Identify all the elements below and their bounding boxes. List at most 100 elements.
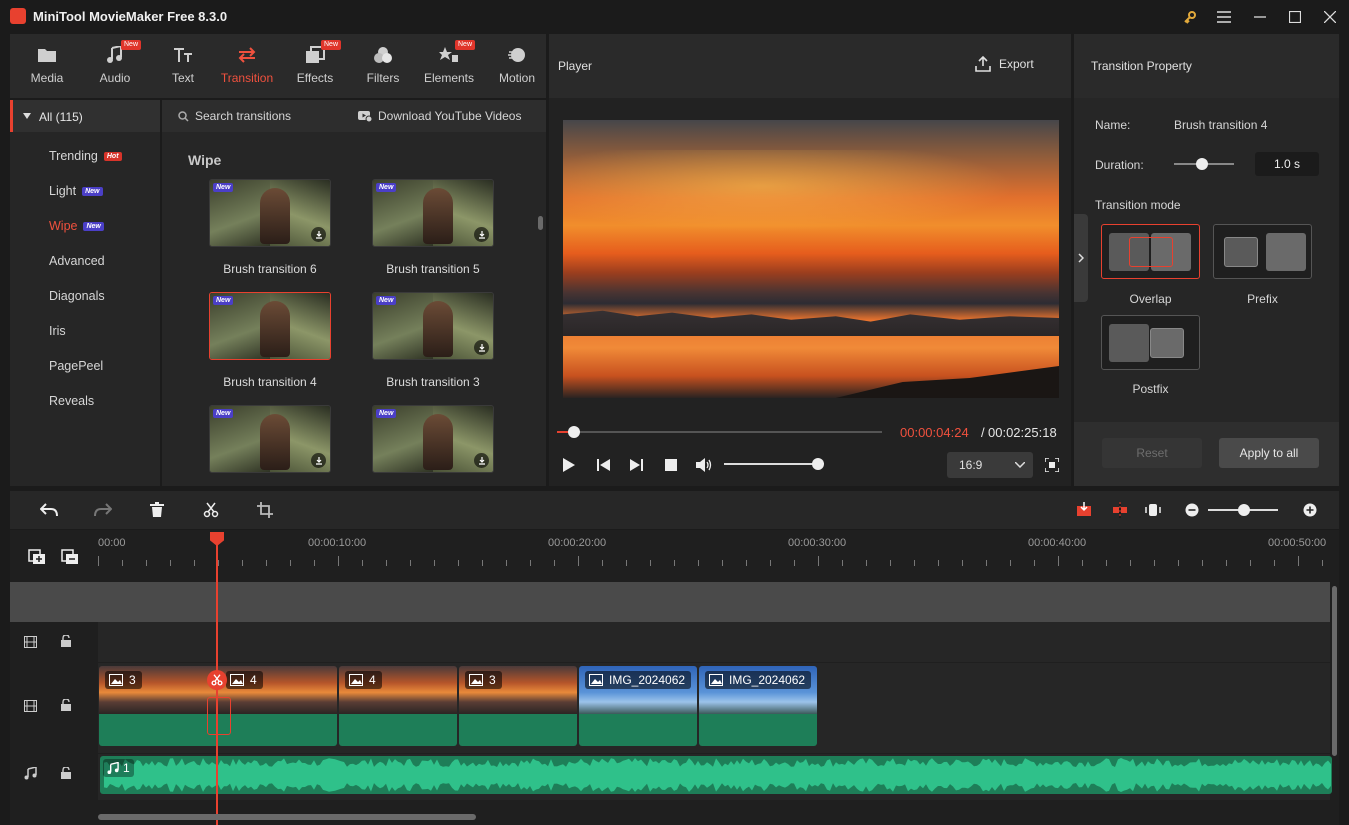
tab-media-label: Media: [30, 71, 64, 85]
panel-collapse-handle[interactable]: [1074, 214, 1088, 302]
video-clip[interactable]: IMG_2024062: [579, 666, 697, 746]
mode-prefix-label: Prefix: [1247, 292, 1278, 306]
download-icon[interactable]: [474, 227, 489, 242]
zoom-in-icon[interactable]: [1301, 501, 1319, 519]
transition-card-selected[interactable]: New Brush transition 4: [209, 292, 331, 389]
menu-icon[interactable]: [1214, 7, 1234, 27]
next-frame-icon[interactable]: [627, 456, 645, 474]
volume-icon[interactable]: [695, 456, 713, 474]
library-header: Search transitions Download YouTube Vide…: [162, 100, 546, 132]
maximize-icon[interactable]: [1285, 7, 1305, 27]
delete-icon[interactable]: [148, 501, 166, 519]
category-diagonals[interactable]: Diagonals: [49, 289, 105, 303]
download-icon[interactable]: [474, 340, 489, 355]
timeline-vertical-scrollbar[interactable]: [1332, 586, 1337, 756]
split-scissors-icon[interactable]: [207, 670, 227, 690]
transition-card[interactable]: New Brush transition 5: [372, 179, 494, 276]
split-marker-icon[interactable]: [1111, 501, 1129, 519]
duration-input[interactable]: 1.0 s: [1255, 152, 1319, 176]
ruler-label: 00:00:10:00: [308, 537, 367, 549]
overlay-track[interactable]: [10, 622, 1330, 662]
mode-overlap[interactable]: [1101, 224, 1200, 279]
name-value: Brush transition 4: [1174, 118, 1268, 132]
lock-icon[interactable]: [61, 635, 71, 647]
download-youtube-button[interactable]: Download YouTube Videos: [358, 109, 521, 123]
mode-postfix[interactable]: [1101, 315, 1200, 370]
category-trending[interactable]: Trending Hot: [49, 149, 122, 163]
fit-clip-icon[interactable]: [1075, 501, 1093, 519]
mode-postfix-label: Postfix: [1132, 382, 1169, 396]
audio-clip[interactable]: 1: [100, 756, 1332, 794]
clip-label: IMG_2024062: [609, 673, 686, 687]
ruler-ticks: [98, 556, 1323, 566]
category-advanced[interactable]: Advanced: [49, 254, 105, 268]
new-badge: New: [321, 40, 342, 50]
duration-label: Duration:: [1095, 158, 1144, 172]
download-icon[interactable]: [311, 227, 326, 242]
crop-icon[interactable]: [256, 501, 274, 519]
category-pagepeel[interactable]: PagePeel: [49, 359, 103, 373]
redo-icon[interactable]: [94, 501, 112, 519]
ruler-label: 00:00: [98, 537, 126, 549]
stop-icon[interactable]: [662, 456, 680, 474]
aspect-ratio-select[interactable]: 16:9: [947, 452, 1033, 478]
new-badge: New: [213, 183, 234, 192]
tab-filters[interactable]: Filters: [349, 34, 417, 98]
split-scissors-icon[interactable]: [202, 501, 220, 519]
zoom-slider-handle[interactable]: [1238, 504, 1250, 516]
video-clip[interactable]: 3: [459, 666, 577, 746]
tab-effects[interactable]: New Effects: [281, 34, 349, 98]
fullscreen-icon[interactable]: [1043, 456, 1061, 474]
volume-slider-track[interactable]: [724, 463, 819, 465]
transition-card[interactable]: New Brush transition 6: [209, 179, 331, 276]
export-button[interactable]: Export: [975, 56, 1034, 72]
minimize-icon[interactable]: [1250, 7, 1270, 27]
tab-audio[interactable]: New Audio: [81, 34, 149, 98]
apply-to-all-button[interactable]: Apply to all: [1219, 438, 1319, 468]
reset-button[interactable]: Reset: [1102, 438, 1202, 468]
category-iris[interactable]: Iris: [49, 324, 66, 338]
ruler-label: 00:00:50:00: [1268, 537, 1327, 549]
transition-card[interactable]: New: [372, 405, 494, 473]
transition-card[interactable]: New Brush transition 3: [372, 292, 494, 389]
undo-icon[interactable]: [40, 501, 58, 519]
remove-track-icon[interactable]: [61, 549, 79, 565]
download-icon[interactable]: [474, 453, 489, 468]
key-icon[interactable]: [1180, 7, 1200, 27]
player-panel: Player Export 00:00:04:24 / 00:02:25:18 …: [549, 34, 1071, 486]
category-wipe[interactable]: Wipe New: [49, 219, 104, 233]
previous-frame-icon[interactable]: [594, 456, 612, 474]
film-track-icon: [24, 636, 37, 648]
timeline: 00:00 00:00:10:00 00:00:20:00 00:00:30:0…: [10, 530, 1339, 825]
search-transitions[interactable]: Search transitions: [178, 109, 291, 123]
tab-elements[interactable]: New Elements: [415, 34, 483, 98]
category-reveals[interactable]: Reveals: [49, 394, 94, 408]
video-clip[interactable]: 4: [339, 666, 457, 746]
duration-slider-handle[interactable]: [1196, 158, 1208, 170]
mode-prefix[interactable]: [1213, 224, 1312, 279]
tab-text[interactable]: Text: [149, 34, 217, 98]
tab-transition[interactable]: Transition: [213, 34, 281, 98]
zoom-out-icon[interactable]: [1183, 501, 1201, 519]
add-track-icon[interactable]: [28, 549, 46, 565]
lock-icon[interactable]: [61, 699, 71, 711]
close-icon[interactable]: [1320, 7, 1340, 27]
tab-motion[interactable]: Motion: [483, 34, 551, 98]
library-scrollbar[interactable]: [538, 216, 543, 230]
download-icon[interactable]: [311, 453, 326, 468]
audio-mixer-icon[interactable]: [1144, 501, 1162, 519]
lock-icon[interactable]: [61, 767, 71, 779]
category-all[interactable]: All (115): [10, 100, 160, 132]
play-icon[interactable]: [560, 456, 578, 474]
transition-card[interactable]: New: [209, 405, 331, 473]
tab-media[interactable]: Media: [13, 34, 81, 98]
timeline-ruler[interactable]: 00:00 00:00:10:00 00:00:20:00 00:00:30:0…: [98, 530, 1338, 582]
video-clip[interactable]: IMG_2024062: [699, 666, 817, 746]
progress-handle[interactable]: [568, 426, 580, 438]
video-preview: [563, 120, 1059, 398]
volume-slider-handle[interactable]: [812, 458, 824, 470]
timeline-horizontal-scrollbar[interactable]: [98, 814, 476, 820]
progress-track[interactable]: [557, 431, 882, 433]
category-light[interactable]: Light New: [49, 184, 103, 198]
image-icon: [469, 674, 483, 686]
